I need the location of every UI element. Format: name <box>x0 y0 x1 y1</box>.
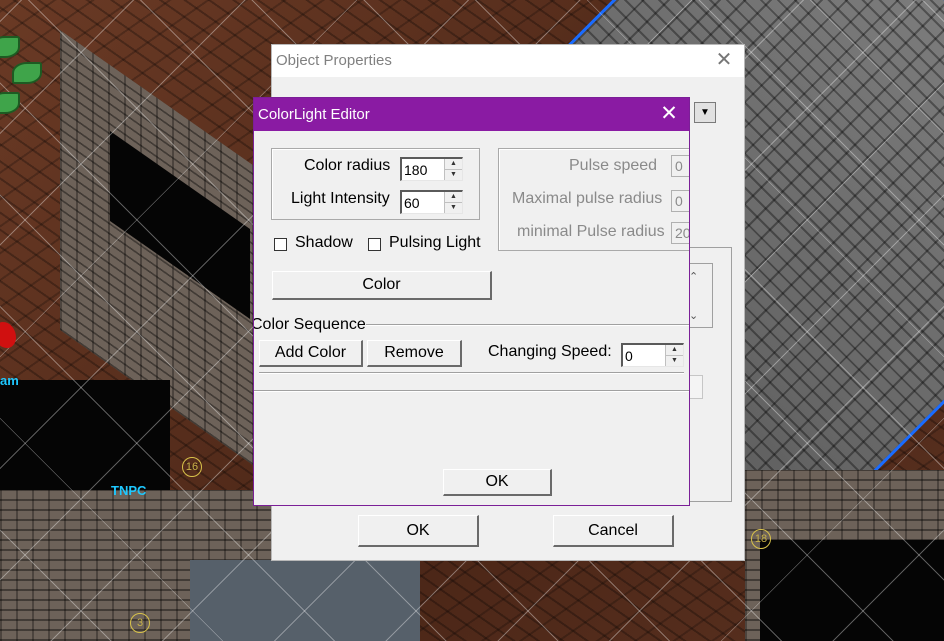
pulsing-light-label[interactable]: Pulsing Light <box>389 234 481 252</box>
scroll-down-icon[interactable]: ⌄ <box>689 309 698 322</box>
pulsing-light-checkbox[interactable] <box>368 238 381 251</box>
light-intensity-spinner[interactable]: 60 ▲ ▼ <box>400 190 463 214</box>
color-radius-value[interactable]: 180 <box>404 162 427 178</box>
spin-down-icon[interactable]: ▼ <box>445 203 462 214</box>
leaf-icon[interactable] <box>12 62 42 84</box>
spinner-arrows[interactable]: ▲ ▼ <box>665 345 683 366</box>
remove-button[interactable]: Remove <box>367 340 462 367</box>
leaf-icon[interactable] <box>0 92 20 114</box>
light-intensity-label: Light Intensity <box>291 190 390 207</box>
dark-pit-left <box>0 380 170 500</box>
max-pulse-radius-label: Maximal pulse radius <box>512 190 663 207</box>
scroll-up-icon[interactable]: ⌃ <box>689 270 698 283</box>
npc-name-partial: am <box>0 373 19 388</box>
object-properties-titlebar[interactable]: Object Properties ✕ <box>272 45 744 77</box>
color-sequence-label: Color Sequence <box>253 316 366 333</box>
character-sprite[interactable] <box>0 322 16 348</box>
map-marker[interactable]: 3 <box>130 613 150 633</box>
section-divider <box>366 324 689 326</box>
spinner-arrows[interactable]: ▲ ▼ <box>444 192 462 213</box>
changing-speed-spinner[interactable]: 0 ▲ ▼ <box>621 343 684 367</box>
dark-pit-right <box>760 540 944 641</box>
color-radius-spinner[interactable]: 180 ▲ ▼ <box>400 157 463 181</box>
ok-button[interactable]: OK <box>358 515 479 547</box>
colorlight-editor-window[interactable]: ColorLight Editor ✕ Color radius 180 ▲ ▼… <box>253 97 690 506</box>
cancel-button[interactable]: Cancel <box>553 515 674 547</box>
color-button[interactable]: Color <box>272 271 492 300</box>
pulse-speed-field: 0 <box>671 155 689 177</box>
map-marker[interactable]: 18 <box>751 529 771 549</box>
leaf-icon[interactable] <box>0 36 20 58</box>
spin-up-icon[interactable]: ▲ <box>445 159 462 170</box>
shadow-checkbox[interactable] <box>274 238 287 251</box>
changing-speed-label: Changing Speed: <box>488 343 612 360</box>
spinner-arrows[interactable]: ▲ ▼ <box>444 159 462 180</box>
max-pulse-radius-field: 0 <box>671 190 689 212</box>
object-properties-title: Object Properties <box>276 52 392 69</box>
spin-up-icon[interactable]: ▲ <box>445 192 462 203</box>
section-divider <box>259 372 684 374</box>
dropdown-arrow-icon[interactable]: ▼ <box>694 102 716 123</box>
changing-speed-value[interactable]: 0 <box>625 348 633 364</box>
close-icon[interactable]: ✕ <box>704 45 744 77</box>
shadow-label[interactable]: Shadow <box>295 234 353 252</box>
section-divider <box>254 390 689 392</box>
add-color-button[interactable]: Add Color <box>259 340 363 367</box>
map-marker[interactable]: 16 <box>182 457 202 477</box>
pulse-speed-label: Pulse speed <box>569 157 658 174</box>
spin-up-icon[interactable]: ▲ <box>666 345 683 356</box>
color-radius-label: Color radius <box>304 157 391 174</box>
light-intensity-value[interactable]: 60 <box>404 195 420 211</box>
spin-down-icon[interactable]: ▼ <box>445 170 462 181</box>
ok-button[interactable]: OK <box>443 469 552 496</box>
npc-name-label[interactable]: TNPC <box>111 483 146 498</box>
stone-floor-bottom <box>190 560 420 641</box>
spin-down-icon[interactable]: ▼ <box>666 356 683 367</box>
min-pulse-radius-label: minimal Pulse radius <box>517 223 665 240</box>
close-icon[interactable]: ✕ <box>649 98 689 131</box>
colorlight-editor-titlebar[interactable]: ColorLight Editor ✕ <box>254 98 689 131</box>
min-pulse-radius-field: 20 <box>671 222 689 244</box>
colorlight-editor-title: ColorLight Editor <box>258 106 370 123</box>
